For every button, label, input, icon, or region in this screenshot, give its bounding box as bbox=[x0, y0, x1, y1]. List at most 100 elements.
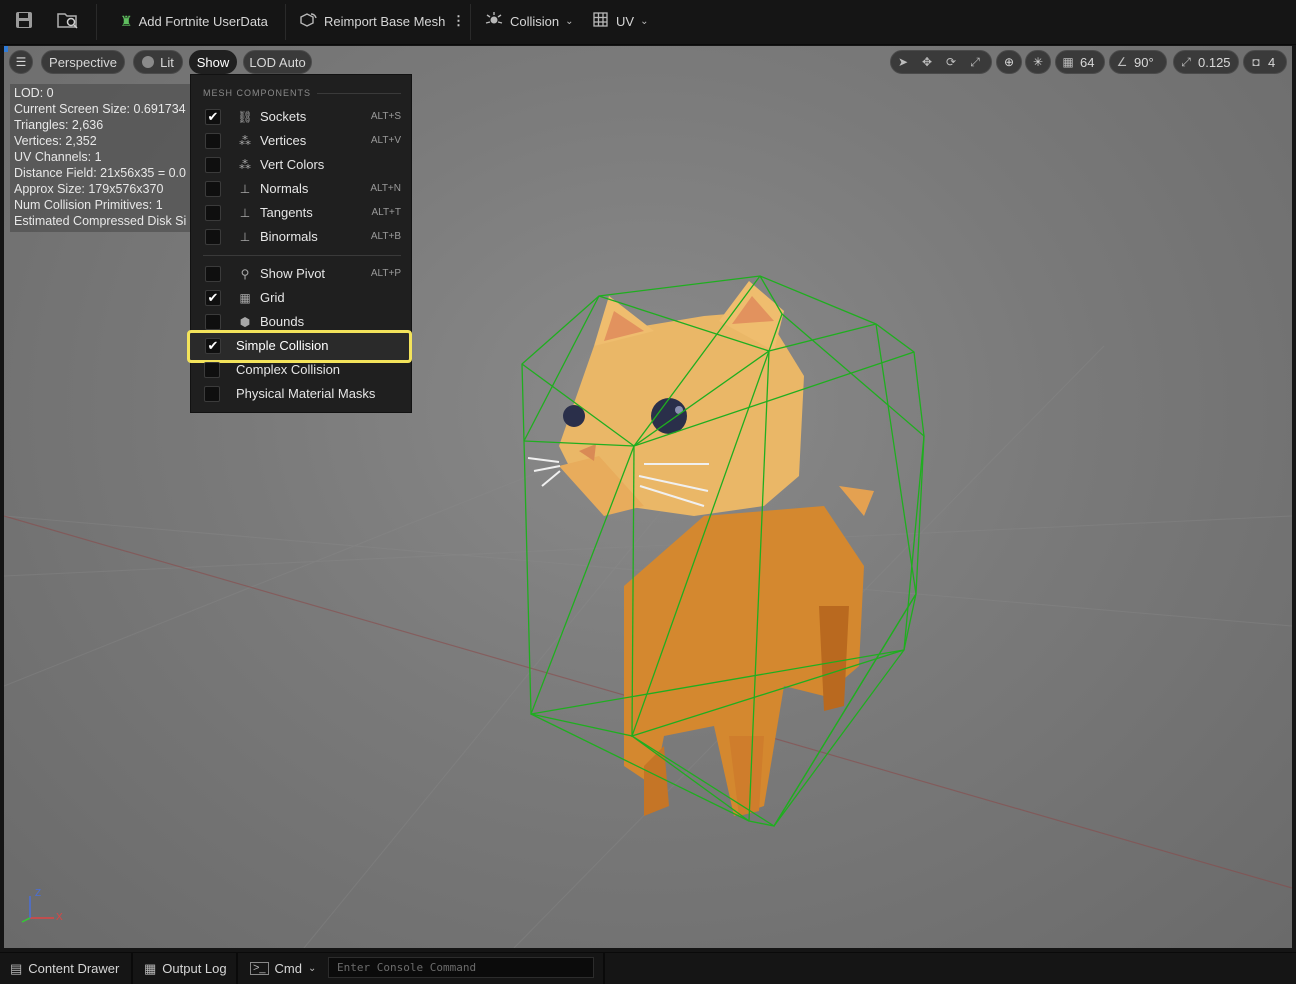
select-cursor-icon[interactable]: ➤ bbox=[891, 55, 915, 69]
menu-item-physical-material-masks[interactable]: Physical Material Masks bbox=[190, 382, 410, 406]
checkbox[interactable] bbox=[205, 229, 221, 245]
menu-item-vert-colors[interactable]: ⁂ Vert Colors bbox=[191, 153, 411, 177]
console-command-input[interactable]: Enter Console Command bbox=[328, 957, 594, 978]
menu-item-show-pivot[interactable]: ⚲ Show Pivot ALT+P bbox=[191, 262, 411, 286]
camera-speed-group[interactable]: ◘ 4 bbox=[1243, 50, 1287, 74]
menu-item-vertices[interactable]: ⁂ Vertices ALT+V bbox=[191, 129, 411, 153]
stat-line: Num Collision Primitives: 1 bbox=[14, 198, 163, 212]
menu-item-label: Bounds bbox=[260, 314, 305, 329]
perspective-button[interactable]: Perspective bbox=[41, 50, 125, 74]
coordinate-system-button[interactable]: ⊕ bbox=[996, 50, 1022, 74]
reimport-base-mesh-button[interactable]: Reimport Base Mesh bbox=[298, 6, 445, 36]
checkbox[interactable] bbox=[204, 362, 220, 378]
stat-line: Distance Field: 21x56x35 = 0.0 bbox=[14, 166, 186, 180]
cmd-selector-button[interactable]: >_ Cmd ⌄ bbox=[250, 953, 316, 984]
checkbox[interactable] bbox=[205, 157, 221, 173]
content-drawer-button[interactable]: ▤ Content Drawer bbox=[10, 953, 119, 984]
surface-snapping-button[interactable]: ✳ bbox=[1025, 50, 1051, 74]
pivot-icon: ⚲ bbox=[240, 267, 250, 281]
viewport-options-button[interactable]: ☰ bbox=[9, 50, 33, 74]
menu-item-binormals[interactable]: ⊥ Binormals ALT+B bbox=[191, 225, 411, 249]
menu-item-label: Vert Colors bbox=[260, 157, 325, 172]
collision-icon bbox=[484, 11, 504, 32]
scale-snap-icon: ⤢ bbox=[1181, 54, 1191, 69]
camera-speed-value: 4 bbox=[1268, 54, 1276, 70]
scale-icon[interactable]: ⤢ bbox=[963, 55, 987, 70]
grid-icon: ▦ bbox=[239, 291, 251, 305]
stat-line: Approx Size: 179x576x370 bbox=[14, 182, 164, 196]
scale-snap-group[interactable]: ⤢ 0.125 bbox=[1173, 50, 1239, 74]
checkbox[interactable] bbox=[205, 266, 221, 282]
checkbox[interactable] bbox=[205, 205, 221, 221]
mesh-stats-overlay: LOD: 0 Current Screen Size: 0.691734 Tri… bbox=[10, 84, 200, 232]
camera-icon: ◘ bbox=[1252, 55, 1260, 69]
menu-item-complex-collision[interactable]: Complex Collision bbox=[190, 358, 410, 382]
axis-gizmo bbox=[21, 896, 54, 923]
reimport-icon bbox=[298, 11, 318, 32]
browse-folder-icon bbox=[56, 10, 80, 33]
main-toolbar: ♜ Add Fortnite UserData Reimport Base Me… bbox=[0, 0, 1296, 45]
grid-snap-group[interactable]: ▦ 64 bbox=[1055, 50, 1105, 74]
menu-item-sockets[interactable]: ✔ ⛓ Sockets ALT+S bbox=[191, 105, 411, 129]
shortcut-label: ALT+N bbox=[370, 183, 401, 194]
viewport-active-indicator bbox=[4, 46, 8, 52]
stat-line: Vertices: 2,352 bbox=[14, 134, 97, 148]
checkbox[interactable] bbox=[205, 314, 221, 330]
checkbox[interactable] bbox=[205, 181, 221, 197]
axis-x-label: X bbox=[56, 912, 63, 923]
axis-z-label: Z bbox=[35, 888, 42, 899]
reimport-options-button[interactable]: ⋮ bbox=[452, 6, 465, 36]
rotation-snap-value: 90° bbox=[1134, 54, 1154, 70]
menu-item-label: Grid bbox=[260, 290, 285, 305]
checkbox[interactable] bbox=[205, 133, 221, 149]
show-menu-button[interactable]: Show bbox=[189, 50, 237, 74]
lod-auto-button[interactable]: LOD Auto bbox=[243, 50, 312, 74]
view-mode-lit-button[interactable]: Lit bbox=[133, 50, 183, 74]
stat-line: Estimated Compressed Disk Si bbox=[14, 214, 187, 228]
scale-snap-value: 0.125 bbox=[1198, 54, 1231, 70]
stat-line: Current Screen Size: 0.691734 bbox=[14, 102, 186, 116]
translate-icon[interactable]: ✥ bbox=[915, 55, 939, 69]
bounds-icon: ⬢ bbox=[239, 315, 251, 329]
grid-snap-icon: ▦ bbox=[1062, 55, 1074, 69]
surface-snap-icon: ✳ bbox=[1032, 55, 1044, 69]
shortcut-label: ALT+V bbox=[370, 135, 401, 146]
cmd-label: Cmd bbox=[274, 961, 302, 976]
add-userdata-label: Add Fortnite UserData bbox=[138, 13, 268, 29]
menu-item-normals[interactable]: ⊥ Normals ALT+N bbox=[191, 177, 411, 201]
shortcut-label: ALT+P bbox=[370, 268, 401, 279]
menu-item-grid[interactable]: ✔ ▦ Grid bbox=[191, 286, 411, 310]
collision-menu-button[interactable]: Collision ⌄ bbox=[484, 6, 574, 36]
menu-item-label: Vertices bbox=[260, 133, 307, 148]
save-button[interactable] bbox=[14, 6, 34, 36]
shortcut-label: ALT+B bbox=[370, 231, 401, 242]
show-label: Show bbox=[196, 54, 230, 70]
checkbox[interactable]: ✔ bbox=[205, 109, 221, 125]
userdata-icon: ♜ bbox=[120, 12, 133, 29]
uv-label: UV bbox=[616, 13, 635, 29]
terminal-icon: >_ bbox=[250, 962, 269, 975]
browse-asset-button[interactable] bbox=[56, 6, 80, 36]
rotate-icon[interactable]: ⟳ bbox=[939, 55, 963, 69]
angle-snap-icon: ∠ bbox=[1116, 55, 1128, 69]
checkbox[interactable]: ✔ bbox=[205, 290, 221, 306]
uv-menu-button[interactable]: UV ⌄ bbox=[592, 6, 648, 36]
lit-label: Lit bbox=[160, 54, 174, 70]
checkbox[interactable]: ✔ bbox=[205, 338, 221, 354]
add-fortnite-userdata-button[interactable]: ♜ Add Fortnite UserData bbox=[120, 6, 268, 36]
console-placeholder: Enter Console Command bbox=[337, 961, 477, 974]
menu-item-label: Sockets bbox=[260, 109, 307, 124]
transform-tools-group: ➤ ✥ ⟳ ⤢ bbox=[890, 50, 992, 74]
output-log-button[interactable]: ▦ Output Log bbox=[144, 953, 227, 984]
rotation-snap-group[interactable]: ∠ 90° bbox=[1109, 50, 1167, 74]
stat-line: UV Channels: 1 bbox=[14, 150, 102, 164]
menu-item-tangents[interactable]: ⊥ Tangents ALT+T bbox=[191, 201, 411, 225]
uv-grid-icon bbox=[592, 11, 610, 32]
menu-item-label: Physical Material Masks bbox=[236, 386, 376, 401]
menu-item-label: Simple Collision bbox=[236, 338, 329, 353]
menu-item-label: Complex Collision bbox=[236, 362, 341, 377]
menu-lower-section: Complex Collision Physical Material Mask… bbox=[190, 358, 412, 413]
collision-label: Collision bbox=[510, 13, 560, 29]
checkbox[interactable] bbox=[204, 386, 220, 402]
output-log-icon: ▦ bbox=[144, 960, 157, 976]
